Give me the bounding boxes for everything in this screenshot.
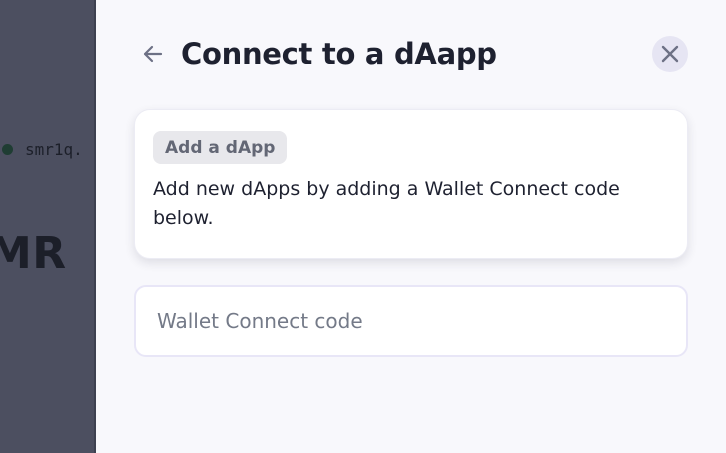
- add-dapp-info-card: Add a dApp Add new dApps by adding a Wal…: [134, 109, 688, 259]
- add-dapp-tag: Add a dApp: [153, 131, 288, 164]
- close-button[interactable]: [652, 36, 688, 72]
- wallet-connect-code-input[interactable]: [134, 285, 688, 357]
- connect-dapp-drawer: Connect to a dAapp Add a dApp Add new dA…: [96, 0, 726, 453]
- arrow-left-icon: [143, 45, 163, 63]
- back-button[interactable]: [138, 39, 168, 69]
- close-icon: [661, 45, 679, 63]
- wallet-address-text: smr1q.: [25, 140, 83, 159]
- page-title: Connect to a dAapp: [181, 37, 497, 71]
- background-app: smr1q. MR: [0, 0, 96, 453]
- status-dot: [2, 144, 13, 155]
- add-dapp-description: Add new dApps by adding a Wallet Connect…: [153, 178, 620, 229]
- balance-text: MR: [0, 228, 67, 279]
- wallet-address: smr1q.: [2, 140, 83, 159]
- drawer-header: Connect to a dAapp: [136, 30, 690, 78]
